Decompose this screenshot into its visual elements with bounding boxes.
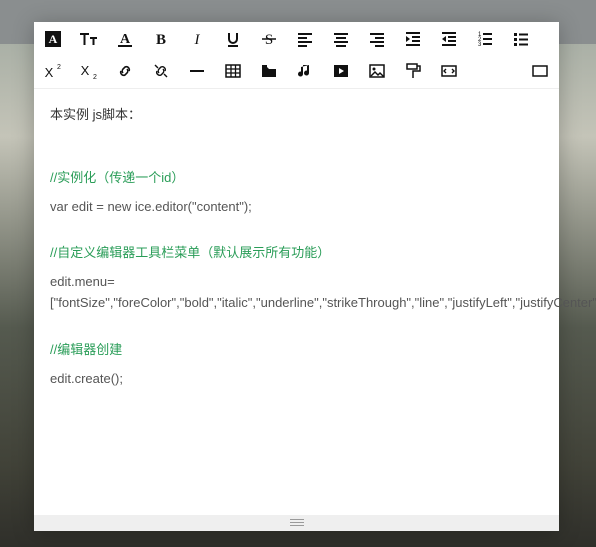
strikethrough-icon[interactable]: S <box>258 28 280 50</box>
intro-text: 本实例 js脚本： <box>50 105 543 126</box>
underline-icon[interactable] <box>222 28 244 50</box>
blank-gap <box>50 225 543 243</box>
table-icon[interactable] <box>222 60 244 82</box>
video-icon[interactable] <box>330 60 352 82</box>
justify-left-icon[interactable] <box>294 28 316 50</box>
comment-line: //实例化（传递一个id） <box>50 168 543 189</box>
hr-icon[interactable] <box>186 60 208 82</box>
svg-text:2: 2 <box>93 74 97 80</box>
svg-text:3: 3 <box>478 42 482 48</box>
blank-gap <box>50 134 543 168</box>
svg-text:2: 2 <box>57 64 61 71</box>
justify-right-icon[interactable] <box>366 28 388 50</box>
unlink-icon[interactable] <box>150 60 172 82</box>
music-icon[interactable] <box>294 60 316 82</box>
italic-icon[interactable]: I <box>186 28 208 50</box>
page-background: A A B I S 123 X2 X2 <box>0 0 596 547</box>
code-line: var edit = new ice.editor("content"); <box>50 197 543 218</box>
editor-footer <box>34 515 559 531</box>
paint-format-icon[interactable] <box>402 60 424 82</box>
editor-toolbar: A A B I S 123 X2 X2 <box>34 22 559 89</box>
comment-line: //编辑器创建 <box>50 340 543 361</box>
blank-gap <box>50 322 543 340</box>
svg-text:I: I <box>194 32 201 48</box>
resize-handle-icon[interactable] <box>290 519 304 527</box>
svg-text:B: B <box>156 32 166 48</box>
ordered-list-icon[interactable]: 123 <box>474 28 496 50</box>
svg-text:X: X <box>45 65 54 80</box>
backcolor-icon[interactable]: A <box>42 28 64 50</box>
justify-center-icon[interactable] <box>330 28 352 50</box>
link-icon[interactable] <box>114 60 136 82</box>
image-icon[interactable] <box>366 60 388 82</box>
toolbar-row-1: A A B I S 123 <box>42 28 551 50</box>
svg-text:X: X <box>81 63 90 78</box>
editor-container: A A B I S 123 X2 X2 <box>34 22 559 531</box>
svg-text:A: A <box>49 32 58 46</box>
files-icon[interactable] <box>258 60 280 82</box>
code-icon[interactable] <box>438 60 460 82</box>
code-line: edit.create(); <box>50 369 543 390</box>
svg-text:S: S <box>265 32 273 48</box>
comment-line: //自定义编辑器工具栏菜单（默认展示所有功能） <box>50 243 543 264</box>
code-line: edit.menu=["fontSize","foreColor","bold"… <box>50 272 543 314</box>
indent-icon[interactable] <box>402 28 424 50</box>
forecolor-icon[interactable]: A <box>114 28 136 50</box>
toolbar-row-2: X2 X2 <box>42 60 551 82</box>
bold-icon[interactable]: B <box>150 28 172 50</box>
fullscreen-icon[interactable] <box>529 60 551 82</box>
unordered-list-icon[interactable] <box>510 28 532 50</box>
subscript-icon[interactable]: X2 <box>78 60 100 82</box>
superscript-icon[interactable]: X2 <box>42 60 64 82</box>
outdent-icon[interactable] <box>438 28 460 50</box>
fontsize-icon[interactable] <box>78 28 100 50</box>
svg-text:A: A <box>120 32 131 47</box>
editor-content[interactable]: 本实例 js脚本： //实例化（传递一个id） var edit = new i… <box>34 89 559 515</box>
